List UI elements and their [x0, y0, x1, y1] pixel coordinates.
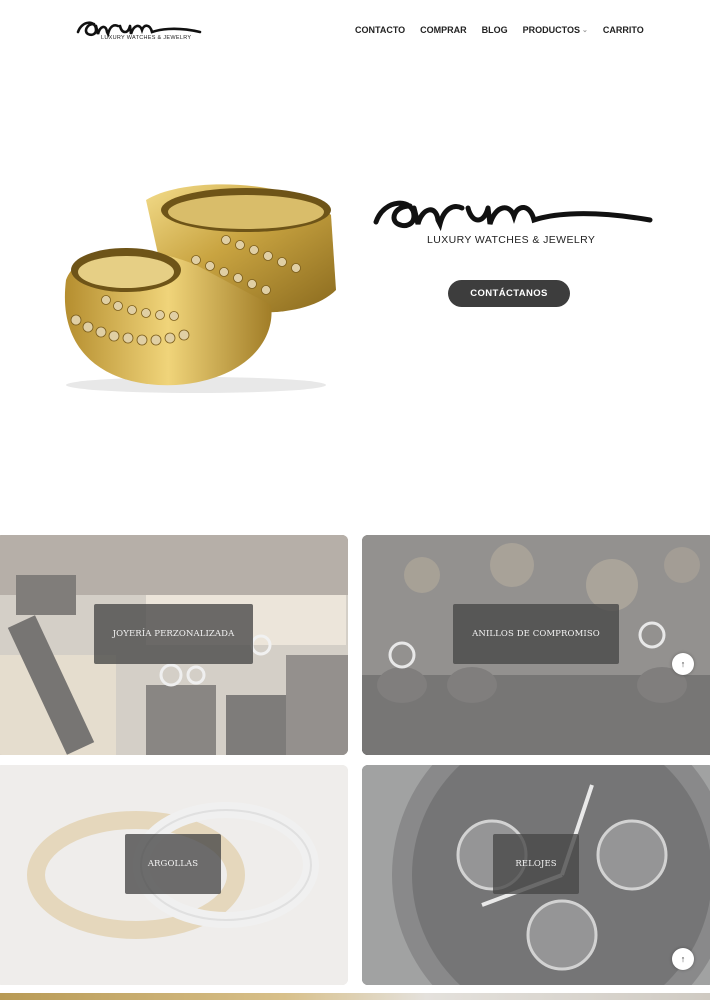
site-logo[interactable]: LUXURY WATCHES & JEWELRY [74, 12, 204, 46]
nav-productos[interactable]: PRODUCTOS ⌄ [523, 25, 588, 35]
brand-script-icon [373, 200, 653, 232]
site-header: LUXURY WATCHES & JEWELRY CONTACTO COMPRA… [0, 0, 710, 62]
chevron-down-icon: ⌄ [582, 27, 588, 34]
brand-tagline: LUXURY WATCHES & JEWELRY [427, 234, 596, 246]
scroll-to-top-button-secondary[interactable]: ↑ [672, 948, 694, 970]
nav-blog[interactable]: BLOG [482, 25, 508, 35]
category-tile-wedding-bands[interactable]: ARGOLLAS [0, 765, 348, 985]
gold-rings-image [46, 170, 346, 400]
brand-logo [370, 188, 655, 258]
category-label: RELOJES [493, 834, 579, 894]
category-tile-watches[interactable]: RELOJES [362, 765, 710, 985]
arrow-up-icon: ↑ [680, 659, 686, 669]
nav-carrito[interactable]: CARRITO [603, 25, 644, 35]
nav-comprar[interactable]: COMPRAR [420, 25, 467, 35]
main-nav: CONTACTO COMPRAR BLOG PRODUCTOS ⌄ CARRITO [355, 25, 659, 35]
category-label: ARGOLLAS [125, 834, 221, 894]
category-tile-custom-jewelry[interactable]: JOYERÍA PERZONALIZADA [0, 535, 348, 755]
next-section-preview [0, 993, 710, 1000]
contact-us-button[interactable]: CONTÁCTANOS [448, 280, 570, 307]
arrow-up-icon: ↑ [680, 954, 686, 964]
logo-tagline: LUXURY WATCHES & JEWELRY [101, 35, 192, 41]
category-label: ANILLOS DE COMPROMISO [453, 604, 619, 664]
category-label: JOYERÍA PERZONALIZADA [94, 604, 253, 664]
nav-contacto[interactable]: CONTACTO [355, 25, 405, 35]
category-tile-engagement-rings[interactable]: ANILLOS DE COMPROMISO [362, 535, 710, 755]
scroll-to-top-button[interactable]: ↑ [672, 653, 694, 675]
